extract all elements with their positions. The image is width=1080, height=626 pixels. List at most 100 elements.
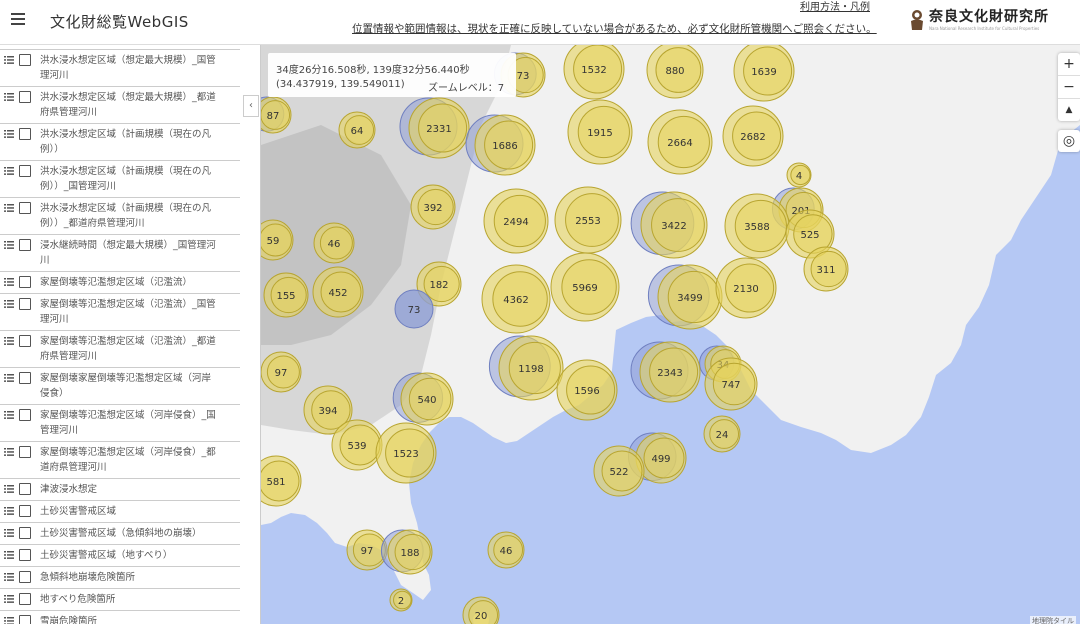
site-cluster[interactable]: 2	[389, 588, 413, 612]
layer-item[interactable]: 家屋倒壊等氾濫想定区域（氾濫流）_都道府県管理河川	[0, 331, 240, 368]
site-cluster[interactable]: 452	[312, 266, 364, 318]
layer-item[interactable]: 洪水浸水想定区域（計画規模（現在の凡例））_都道府県管理河川	[0, 198, 240, 235]
legend-list-icon[interactable]	[4, 278, 14, 286]
layer-checkbox[interactable]	[19, 165, 31, 177]
map-view[interactable]: 73 1532 880 1639 87 64 2331 1686 1915 2664 2682 4 39…	[261, 45, 1080, 624]
site-cluster[interactable]: 2553	[554, 186, 622, 254]
site-cluster[interactable]: 2682	[722, 105, 784, 167]
legend-list-icon[interactable]	[4, 617, 14, 624]
layer-item[interactable]: 土砂災害警戒区域	[0, 501, 240, 523]
legend-list-icon[interactable]	[4, 204, 14, 212]
layer-checkbox[interactable]	[19, 615, 31, 624]
layer-checkbox[interactable]	[19, 54, 31, 66]
layer-checkbox[interactable]	[19, 91, 31, 103]
layer-checkbox[interactable]	[19, 276, 31, 288]
site-cluster[interactable]: 2331	[399, 97, 470, 159]
site-cluster[interactable]: 24	[703, 415, 741, 453]
layer-item[interactable]: 洪水浸水想定区域（計画規模（現在の凡例））_国管理河川	[0, 161, 240, 198]
compass-icon[interactable]: ▲	[1058, 99, 1080, 121]
layer-checkbox[interactable]	[19, 593, 31, 605]
map-attribution[interactable]: 地理院タイル	[1030, 616, 1076, 626]
zoom-in-button[interactable]: +	[1058, 53, 1080, 76]
layer-item[interactable]: 雪崩危険箇所	[0, 611, 240, 624]
layer-checkbox[interactable]	[19, 549, 31, 561]
site-cluster[interactable]: 46	[313, 222, 355, 264]
layer-item[interactable]: 家屋倒壊等氾濫想定区域（氾濫流）_国管理河川	[0, 294, 240, 331]
site-cluster[interactable]: 64	[338, 111, 376, 149]
site-cluster[interactable]: 1639	[733, 45, 795, 102]
sidebar-collapse-button[interactable]: ‹	[243, 95, 259, 117]
legend-list-icon[interactable]	[4, 485, 14, 493]
site-cluster[interactable]: 5969	[550, 252, 620, 322]
legend-list-icon[interactable]	[4, 507, 14, 515]
site-cluster[interactable]: 392	[410, 184, 456, 230]
zoom-out-button[interactable]: −	[1058, 76, 1080, 99]
legend-list-icon[interactable]	[4, 374, 14, 382]
legend-list-icon[interactable]	[4, 573, 14, 581]
site-cluster[interactable]: 73	[394, 289, 434, 329]
site-cluster[interactable]: 1686	[465, 114, 536, 176]
legend-list-icon[interactable]	[4, 56, 14, 64]
layer-item[interactable]: 地すべり危険箇所	[0, 589, 240, 611]
site-cluster[interactable]: 4362	[481, 264, 551, 334]
layer-item[interactable]: 家屋倒壊等氾濫想定区域（河岸侵食）_国管理河川	[0, 405, 240, 442]
layer-checkbox[interactable]	[19, 372, 31, 384]
legend-list-icon[interactable]	[4, 551, 14, 559]
legend-list-icon[interactable]	[4, 529, 14, 537]
site-cluster[interactable]: 1523	[375, 422, 437, 484]
legend-list-icon[interactable]	[4, 130, 14, 138]
site-cluster[interactable]: 155	[263, 272, 309, 318]
legend-list-icon[interactable]	[4, 241, 14, 249]
site-cluster[interactable]: 539	[331, 419, 383, 471]
nabunken-logo[interactable]: 奈良文化財研究所 Nara National Research Institut…	[908, 6, 1058, 36]
legend-list-icon[interactable]	[4, 337, 14, 345]
site-cluster[interactable]: 311	[803, 246, 849, 292]
layer-item[interactable]: 洪水浸水想定区域（計画規模（現在の凡例））	[0, 124, 240, 161]
site-cluster[interactable]: 1915	[567, 99, 633, 165]
legend-list-icon[interactable]	[4, 411, 14, 419]
layer-checkbox[interactable]	[19, 505, 31, 517]
site-cluster[interactable]: 880	[646, 45, 704, 99]
site-cluster[interactable]: 46	[487, 531, 525, 569]
site-cluster[interactable]: 1532	[563, 45, 625, 100]
layer-item[interactable]: 津波浸水想定	[0, 479, 240, 501]
layer-checkbox[interactable]	[19, 571, 31, 583]
site-cluster[interactable]: 747	[704, 357, 758, 411]
geolocate-icon[interactable]: ◎	[1058, 130, 1080, 152]
site-cluster[interactable]: 3422	[630, 191, 708, 259]
legend-list-icon[interactable]	[4, 93, 14, 101]
site-cluster[interactable]: 1198	[488, 335, 564, 401]
layer-checkbox[interactable]	[19, 298, 31, 310]
layer-checkbox[interactable]	[19, 335, 31, 347]
layer-item[interactable]: 急傾斜地崩壊危険箇所	[0, 567, 240, 589]
legend-list-icon[interactable]	[4, 167, 14, 175]
layer-item[interactable]: 家屋倒壊等氾濫想定区域（河岸侵食）_都道府県管理河川	[0, 442, 240, 479]
layer-checkbox[interactable]	[19, 128, 31, 140]
layer-item[interactable]: 土砂災害警戒区域（急傾斜地の崩壊）	[0, 523, 240, 545]
layer-checkbox[interactable]	[19, 409, 31, 421]
usage-legend-link[interactable]: 利用方法・凡例	[800, 0, 870, 13]
layer-checkbox[interactable]	[19, 239, 31, 251]
site-cluster[interactable]: 20	[462, 596, 500, 624]
site-cluster[interactable]: 87	[261, 96, 292, 134]
layer-checkbox[interactable]	[19, 446, 31, 458]
site-cluster[interactable]: 2343	[630, 341, 701, 403]
site-cluster[interactable]: 4	[786, 162, 812, 188]
site-cluster[interactable]: 3499	[647, 264, 723, 330]
site-cluster[interactable]: 2494	[483, 188, 549, 254]
legend-list-icon[interactable]	[4, 595, 14, 603]
site-cluster[interactable]: 1596	[556, 359, 618, 421]
layer-item[interactable]: 土砂災害警戒区域（地すべり）	[0, 545, 240, 567]
layer-checkbox[interactable]	[19, 527, 31, 539]
layer-item[interactable]: 洪水浸水想定区域（想定最大規模）_都道府県管理河川	[0, 87, 240, 124]
legend-list-icon[interactable]	[4, 448, 14, 456]
site-cluster[interactable]: 97	[261, 351, 302, 393]
legend-list-icon[interactable]	[4, 300, 14, 308]
site-cluster[interactable]: 188	[380, 529, 433, 575]
layer-item[interactable]: 浸水継続時間（想定最大規模）_国管理河川	[0, 235, 240, 272]
menu-icon[interactable]	[11, 13, 25, 25]
site-cluster[interactable]: 540	[392, 372, 454, 426]
site-cluster[interactable]: 2664	[647, 109, 713, 175]
site-cluster[interactable]: 3588	[724, 193, 790, 259]
layer-checkbox[interactable]	[19, 483, 31, 495]
